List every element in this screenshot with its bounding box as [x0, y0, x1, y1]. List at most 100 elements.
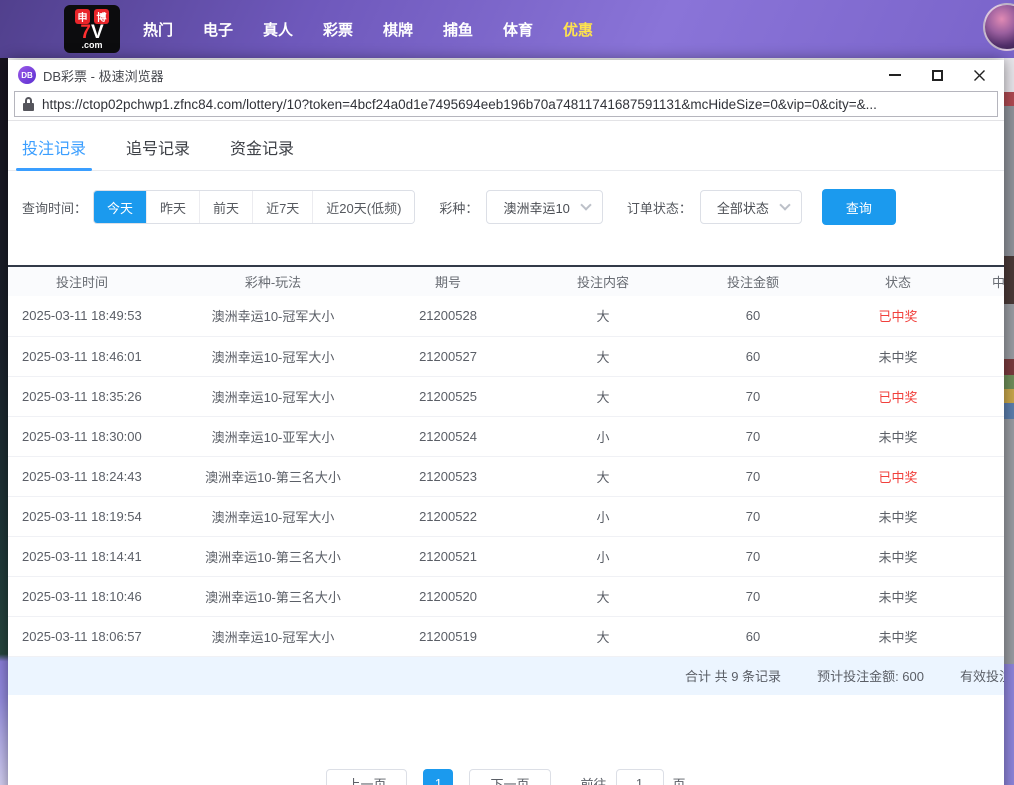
cell-content: 小 — [538, 536, 668, 576]
summary-valid-amount: 有效投注金额 — [960, 666, 1004, 685]
time-range-group: 今天 昨天 前天 近7天 近20天(低频) — [93, 190, 415, 224]
cell-issue: 21200520 — [358, 576, 538, 616]
cell-issue: 21200522 — [358, 496, 538, 536]
close-icon[interactable] — [966, 65, 992, 85]
order-status-value: 全部状态 — [717, 198, 769, 217]
logo-suffix: .com — [81, 41, 102, 50]
goto-page: 前往 页 — [581, 769, 686, 785]
maximize-icon[interactable] — [924, 65, 950, 85]
nav-item-slots[interactable]: 电子 — [188, 19, 248, 40]
cell-issue: 21200525 — [358, 376, 538, 416]
time-option-today[interactable]: 今天 — [94, 191, 146, 223]
lottery-type-label: 彩种： — [439, 198, 478, 217]
search-button[interactable]: 查询 — [822, 189, 896, 225]
cell-issue: 21200524 — [358, 416, 538, 456]
cell-bet-time: 2025-03-11 18:10:46 — [8, 576, 188, 616]
nav-item-promo[interactable]: 优惠 — [548, 19, 608, 40]
cell-content: 大 — [538, 296, 668, 336]
bet-records-table-wrap: 投注时间 彩种-玩法 期号 投注内容 投注金额 状态 中奖金额 2025-03-… — [8, 265, 1004, 657]
cell-win-amount — [958, 576, 1004, 616]
time-option-day-before[interactable]: 前天 — [199, 191, 252, 223]
table-row: 2025-03-11 18:19:54 澳洲幸运10-冠军大小 21200522… — [8, 496, 1004, 536]
lock-icon — [23, 97, 34, 111]
cell-status: 已中奖 — [838, 296, 958, 336]
cell-bet-time: 2025-03-11 18:24:43 — [8, 456, 188, 496]
nav-item-lottery[interactable]: 彩票 — [308, 19, 368, 40]
cell-issue: 21200519 — [358, 616, 538, 656]
minimize-icon[interactable] — [882, 65, 908, 85]
cell-status: 未中奖 — [838, 616, 958, 656]
cell-status: 未中奖 — [838, 536, 958, 576]
goto-page-input[interactable] — [616, 769, 664, 785]
prev-page-button[interactable]: 上一页 — [326, 769, 407, 785]
cell-bet-time: 2025-03-11 18:35:26 — [8, 376, 188, 416]
summary-expected-amount: 预计投注金额: 600 — [817, 666, 924, 685]
summary-bar: 合计 共 9 条记录 预计投注金额: 600 有效投注金额 — [8, 657, 1004, 695]
tab-bet-records[interactable]: 投注记录 — [22, 135, 86, 170]
cell-win-amount: 1 — [958, 456, 1004, 496]
url-input[interactable]: https://ctop02pchwp1.zfnc84.com/lottery/… — [14, 91, 998, 117]
cell-issue: 21200521 — [358, 536, 538, 576]
order-status-select[interactable]: 全部状态 — [700, 190, 802, 224]
cell-win-amount: 1 — [958, 376, 1004, 416]
nav-item-fishing[interactable]: 捕鱼 — [428, 19, 488, 40]
cell-amount: 70 — [668, 416, 838, 456]
table-row: 2025-03-11 18:46:01 澳洲幸运10-冠军大小 21200527… — [8, 336, 1004, 376]
cell-game: 澳洲幸运10-冠军大小 — [188, 336, 358, 376]
filter-bar: 查询时间： 今天 昨天 前天 近7天 近20天(低频) 彩种： 澳洲幸运10 订… — [8, 171, 1004, 241]
cell-content: 大 — [538, 576, 668, 616]
bet-records-table: 投注时间 彩种-玩法 期号 投注内容 投注金额 状态 中奖金额 2025-03-… — [8, 265, 1004, 657]
cell-amount: 70 — [668, 496, 838, 536]
page-number-1[interactable]: 1 — [423, 769, 453, 785]
user-avatar[interactable] — [983, 3, 1014, 51]
cell-amount: 70 — [668, 536, 838, 576]
site-topbar: 申 博 7V .com 热门 电子 真人 彩票 棋牌 捕鱼 体育 优惠 — [0, 0, 1014, 58]
cell-status: 已中奖 — [838, 376, 958, 416]
chevron-down-icon — [779, 199, 790, 210]
url-bar: https://ctop02pchwp1.zfnc84.com/lottery/… — [8, 90, 1004, 121]
header-game: 彩种-玩法 — [188, 266, 358, 296]
cell-amount: 70 — [668, 456, 838, 496]
nav-item-live[interactable]: 真人 — [248, 19, 308, 40]
nav-item-hot[interactable]: 热门 — [128, 19, 188, 40]
cell-amount: 60 — [668, 616, 838, 656]
cell-issue: 21200523 — [358, 456, 538, 496]
lottery-type-select[interactable]: 澳洲幸运10 — [486, 190, 602, 224]
goto-label: 前往 — [581, 774, 607, 785]
background-page-right-edge — [1004, 58, 1014, 785]
url-text: https://ctop02pchwp1.zfnc84.com/lottery/… — [42, 97, 877, 112]
cell-win-amount: 1 — [958, 296, 1004, 336]
cell-status: 未中奖 — [838, 336, 958, 376]
next-page-button[interactable]: 下一页 — [469, 769, 550, 785]
cell-content: 大 — [538, 616, 668, 656]
cell-bet-time: 2025-03-11 18:19:54 — [8, 496, 188, 536]
cell-amount: 70 — [668, 576, 838, 616]
cell-game: 澳洲幸运10-冠军大小 — [188, 496, 358, 536]
cell-content: 小 — [538, 496, 668, 536]
cell-win-amount — [958, 616, 1004, 656]
screen: 申 博 7V .com 热门 电子 真人 彩票 棋牌 捕鱼 体育 优惠 — [0, 0, 1014, 785]
table-row: 2025-03-11 18:10:46 澳洲幸运10-第三名大小 2120052… — [8, 576, 1004, 616]
nav-item-sports[interactable]: 体育 — [488, 19, 548, 40]
cell-status: 未中奖 — [838, 496, 958, 536]
header-status: 状态 — [838, 266, 958, 296]
time-option-20days[interactable]: 近20天(低频) — [312, 191, 414, 223]
cell-amount: 60 — [668, 336, 838, 376]
cell-status: 已中奖 — [838, 456, 958, 496]
tab-fund-records[interactable]: 资金记录 — [230, 135, 294, 170]
table-row: 2025-03-11 18:24:43 澳洲幸运10-第三名大小 2120052… — [8, 456, 1004, 496]
nav-item-chess[interactable]: 棋牌 — [368, 19, 428, 40]
site-logo[interactable]: 申 博 7V .com — [64, 5, 120, 53]
header-issue: 期号 — [358, 266, 538, 296]
cell-content: 大 — [538, 376, 668, 416]
window-controls — [882, 65, 992, 85]
table-row: 2025-03-11 18:06:57 澳洲幸运10-冠军大小 21200519… — [8, 616, 1004, 656]
summary-total-records: 合计 共 9 条记录 — [685, 666, 781, 685]
time-option-7days[interactable]: 近7天 — [252, 191, 312, 223]
table-header-row: 投注时间 彩种-玩法 期号 投注内容 投注金额 状态 中奖金额 — [8, 266, 1004, 296]
cell-content: 大 — [538, 336, 668, 376]
cell-bet-time: 2025-03-11 18:46:01 — [8, 336, 188, 376]
time-option-yesterday[interactable]: 昨天 — [146, 191, 199, 223]
order-status-label: 订单状态： — [627, 198, 692, 217]
tab-chase-records[interactable]: 追号记录 — [126, 135, 190, 170]
